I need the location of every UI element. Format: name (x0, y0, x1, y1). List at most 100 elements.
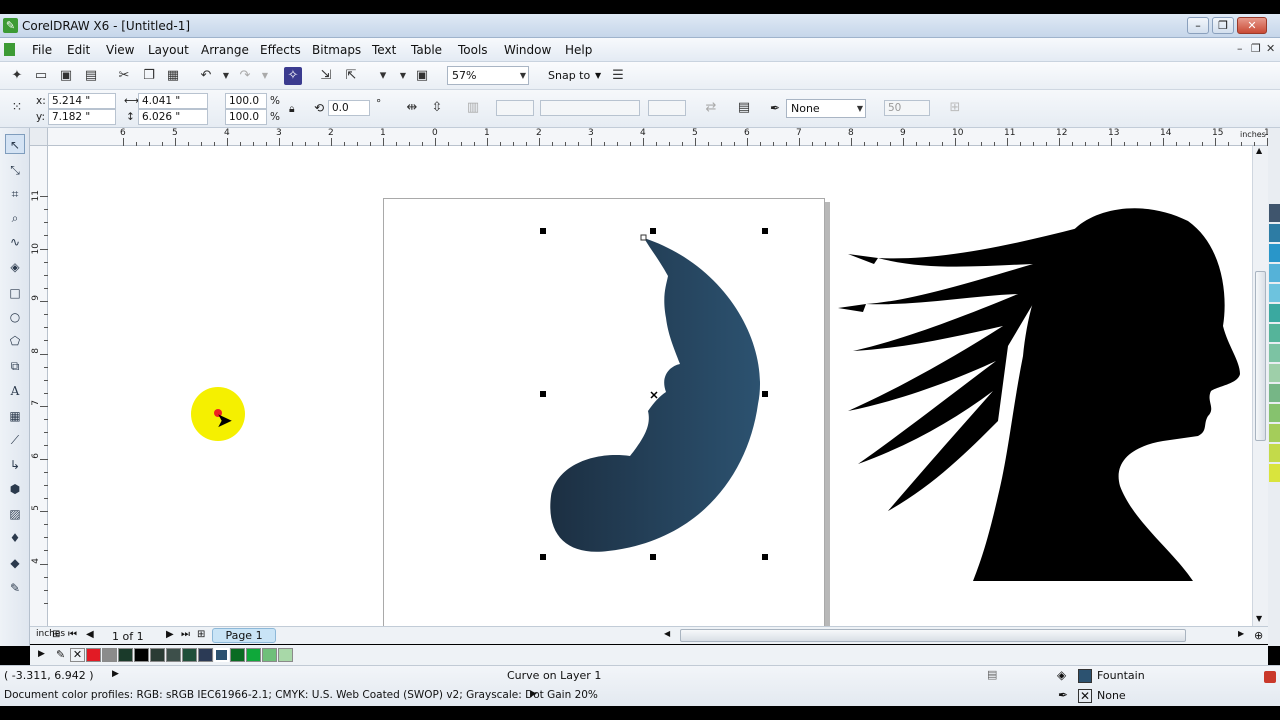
horizontal-ruler[interactable]: 654321012345678910111213141516 (30, 128, 1275, 146)
previous-page-icon[interactable]: ◀ (86, 629, 94, 640)
end-arrow-combo[interactable] (648, 100, 686, 116)
interactive-fill-tool-icon[interactable]: ◆ (5, 553, 25, 573)
color-swatch[interactable] (198, 648, 213, 662)
palette-color-swatch[interactable] (1269, 464, 1280, 482)
snap-to-dropdown-icon[interactable]: ▼ (595, 71, 601, 80)
polygon-tool-icon[interactable]: ⬠ (5, 331, 25, 351)
coreldraw-app-icon[interactable]: ✎ (3, 18, 18, 33)
page-1-tab[interactable]: Page 1 (212, 628, 276, 643)
palette-color-swatch[interactable] (1269, 204, 1280, 222)
palette-color-swatch[interactable] (1269, 384, 1280, 402)
color-swatch[interactable] (118, 648, 133, 662)
color-swatch[interactable] (102, 648, 117, 662)
scroll-down-icon[interactable]: ▼ (1256, 614, 1262, 623)
outline-style-combo[interactable] (496, 100, 534, 116)
color-profiles-arrow-icon[interactable]: ▶ (530, 689, 537, 699)
no-color-swatch[interactable]: ✕ (70, 648, 85, 662)
table-tool-icon[interactable]: ▦ (5, 406, 25, 426)
zoom-tool-icon[interactable]: ⌕ (5, 208, 25, 228)
zoom-navigator-icon[interactable]: ⊕ (1254, 629, 1263, 642)
color-swatch[interactable] (262, 648, 277, 662)
palette-color-swatch[interactable] (1269, 344, 1280, 362)
welcome-screen-icon[interactable]: ▣ (413, 67, 431, 85)
y-position-field[interactable]: 7.182 " (48, 109, 116, 125)
line-style-combo[interactable] (540, 100, 640, 116)
import-icon[interactable]: ⇲ (317, 67, 335, 85)
color-swatch[interactable] (214, 648, 229, 662)
status-expand-icon[interactable]: ▶ (112, 669, 119, 679)
eyedropper-tool-icon[interactable]: ♦ (5, 528, 25, 548)
new-document-icon[interactable]: ✦ (8, 67, 26, 85)
search-content-icon[interactable]: ✧ (284, 67, 302, 85)
pick-tool-icon[interactable]: ↖ (5, 134, 25, 154)
undo-icon[interactable]: ↶ (197, 67, 215, 85)
doc-minimize-button[interactable]: – (1237, 42, 1243, 55)
extrude-tool-icon[interactable]: ⬢ (5, 479, 25, 499)
rectangle-tool-icon[interactable]: □ (5, 283, 25, 303)
minimize-button[interactable]: – (1187, 17, 1209, 34)
fill-color-swatch[interactable] (1078, 669, 1092, 683)
text-tool-icon[interactable]: A (5, 381, 25, 401)
freehand-tool-icon[interactable]: ∿ (5, 232, 25, 252)
menu-text[interactable]: Text (372, 43, 396, 57)
color-profiles-text[interactable]: Document color profiles: RGB: sRGB IEC61… (4, 689, 598, 701)
ruler-origin[interactable] (30, 128, 48, 146)
menu-tools[interactable]: Tools (458, 43, 488, 57)
rotation-angle-field[interactable]: 0.0 (328, 100, 370, 116)
snap-to-button[interactable]: Snap to (548, 69, 590, 82)
menu-bitmaps[interactable]: Bitmaps (312, 43, 361, 57)
scroll-left-icon[interactable]: ◀ (664, 629, 670, 638)
object-origin-icon[interactable]: ⁙ (8, 99, 26, 117)
palette-color-swatch[interactable] (1269, 364, 1280, 382)
woman-silhouette[interactable] (838, 208, 1240, 581)
connector-tool-icon[interactable]: ↳ (5, 455, 25, 475)
scale-width-field[interactable]: 100.0 (225, 93, 267, 109)
scroll-up-icon[interactable]: ▲ (1256, 146, 1262, 155)
ellipse-tool-icon[interactable]: ○ (5, 307, 25, 327)
dimension-tool-icon[interactable]: ⟋ (5, 430, 25, 450)
x-position-field[interactable]: 5.214 " (48, 93, 116, 109)
zoom-level-combo[interactable]: 57% ▼ (447, 66, 529, 85)
color-swatch[interactable] (278, 648, 293, 662)
palette-color-swatch[interactable] (1269, 304, 1280, 322)
menu-arrange[interactable]: Arrange (201, 43, 249, 57)
lock-ratio-icon[interactable]: 🔒︎ (289, 103, 295, 116)
grid-icon[interactable]: ⊞ (946, 99, 964, 117)
menu-file[interactable]: File (32, 43, 52, 57)
scroll-right-icon[interactable]: ▶ (1238, 629, 1244, 638)
horizontal-scroll-thumb[interactable] (680, 629, 1186, 642)
cut-icon[interactable]: ✂ (115, 67, 133, 85)
palette-color-swatch[interactable] (1269, 224, 1280, 242)
palette-color-swatch[interactable] (1269, 244, 1280, 262)
options-icon[interactable]: ☰ (609, 67, 627, 85)
next-page-icon[interactable]: ▶ (166, 629, 174, 640)
palette-color-swatch[interactable] (1269, 444, 1280, 462)
color-proof-icon[interactable]: ▤ (987, 668, 997, 681)
scale-height-field[interactable]: 100.0 (225, 109, 267, 125)
menu-view[interactable]: View (106, 43, 134, 57)
palette-color-swatch[interactable] (1269, 264, 1280, 282)
smart-fill-tool-icon[interactable]: ◈ (5, 257, 25, 277)
menu-window[interactable]: Window (504, 43, 551, 57)
smart-drawing-tool-icon[interactable]: ✎ (5, 578, 25, 598)
menu-effects[interactable]: Effects (260, 43, 301, 57)
palette-color-swatch[interactable] (1269, 404, 1280, 422)
vertical-scrollbar[interactable]: ▲ ▼ (1252, 146, 1268, 626)
palette-color-swatch[interactable] (1269, 324, 1280, 342)
export-icon[interactable]: ⇱ (342, 67, 360, 85)
outline-color-swatch[interactable]: ✕ (1078, 689, 1092, 703)
mirror-vertical-icon[interactable]: ⇳ (428, 99, 446, 117)
start-node[interactable] (640, 234, 647, 241)
restore-button[interactable]: ❐ (1212, 17, 1234, 34)
shape-tool-icon[interactable]: ⤡ (5, 160, 25, 180)
doc-restore-button[interactable]: ❐ (1251, 42, 1261, 55)
crop-tool-icon[interactable]: ⌗ (5, 184, 25, 204)
color-swatch[interactable] (150, 648, 165, 662)
color-swatch[interactable] (86, 648, 101, 662)
align-icon[interactable]: ▥ (464, 99, 482, 117)
menu-layout[interactable]: Layout (148, 43, 189, 57)
vertical-scroll-thumb[interactable] (1255, 271, 1266, 441)
add-page-before-icon[interactable]: ⊞ (52, 629, 60, 640)
eyedropper-icon[interactable]: ✎ (56, 648, 65, 661)
height-field[interactable]: 6.026 " (138, 109, 208, 125)
